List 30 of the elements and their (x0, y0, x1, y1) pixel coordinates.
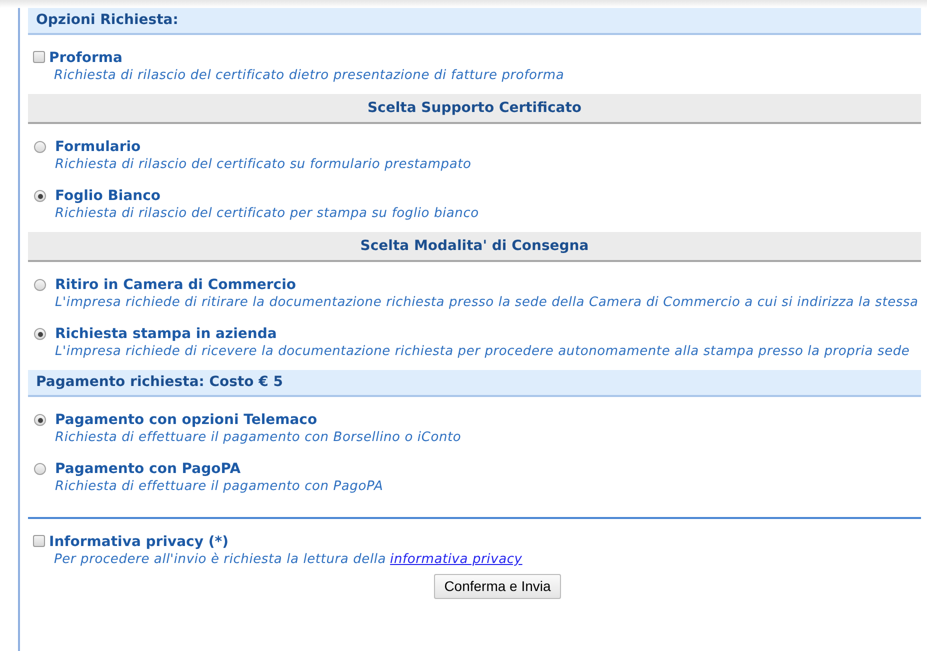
radio-button[interactable] (34, 279, 46, 291)
section-header: Scelta Modalita' di Consegna (28, 232, 921, 262)
option-label: Informativa privacy (*) (49, 534, 230, 551)
radio-button[interactable] (34, 328, 46, 340)
option-label: Pagamento con PagoPA (55, 461, 242, 478)
option-label: Ritiro in Camera di Commercio (55, 277, 298, 294)
radio-button[interactable] (34, 414, 46, 426)
option-description: L'impresa richiede di ritirare la documentazione richiesta presso la sede della Camera di Commercio a cui si indirizza la stessa (55, 294, 920, 311)
option-label: Foglio Bianco (55, 188, 162, 205)
checkbox[interactable] (33, 51, 45, 63)
option-label: Pagamento con opzioni Telemaco (55, 412, 318, 429)
option-description: L'impresa richiede di ricevere la documentazione richiesta per procedere autonomamente alla stampa presso la propria sede (55, 343, 911, 360)
option-label: Richiesta stampa in azienda (55, 326, 278, 343)
radio-button[interactable] (34, 463, 46, 475)
option-description: Per procedere all'invio è richiesta la lettura della (54, 552, 386, 567)
option-label: Formulario (55, 139, 142, 156)
submit-button[interactable]: Conferma e Invia (434, 574, 561, 599)
option-description: Richiesta di effettuare il pagamento con PagoPA (55, 478, 384, 495)
section-header: Scelta Supporto Certificato (28, 94, 921, 124)
option-description: Richiesta di rilascio del certificato su formulario prestampato (55, 156, 472, 173)
privacy-link[interactable]: informativa privacy (390, 552, 522, 567)
option-description: Richiesta di rilascio del certificato dietro presentazione di fatture proforma (53, 67, 566, 84)
section-header: Opzioni Richiesta: (28, 8, 921, 35)
radio-button[interactable] (34, 141, 46, 153)
option-description: Richiesta di rilascio del certificato per stampa su foglio bianco (55, 205, 480, 222)
option-description: Richiesta di effettuare il pagamento con Borsellino o iConto (55, 429, 462, 446)
radio-button[interactable] (34, 190, 46, 202)
checkbox[interactable] (33, 535, 45, 547)
section-header: Pagamento richiesta: Costo € 5 (28, 370, 921, 397)
option-label: Proforma (49, 50, 124, 67)
